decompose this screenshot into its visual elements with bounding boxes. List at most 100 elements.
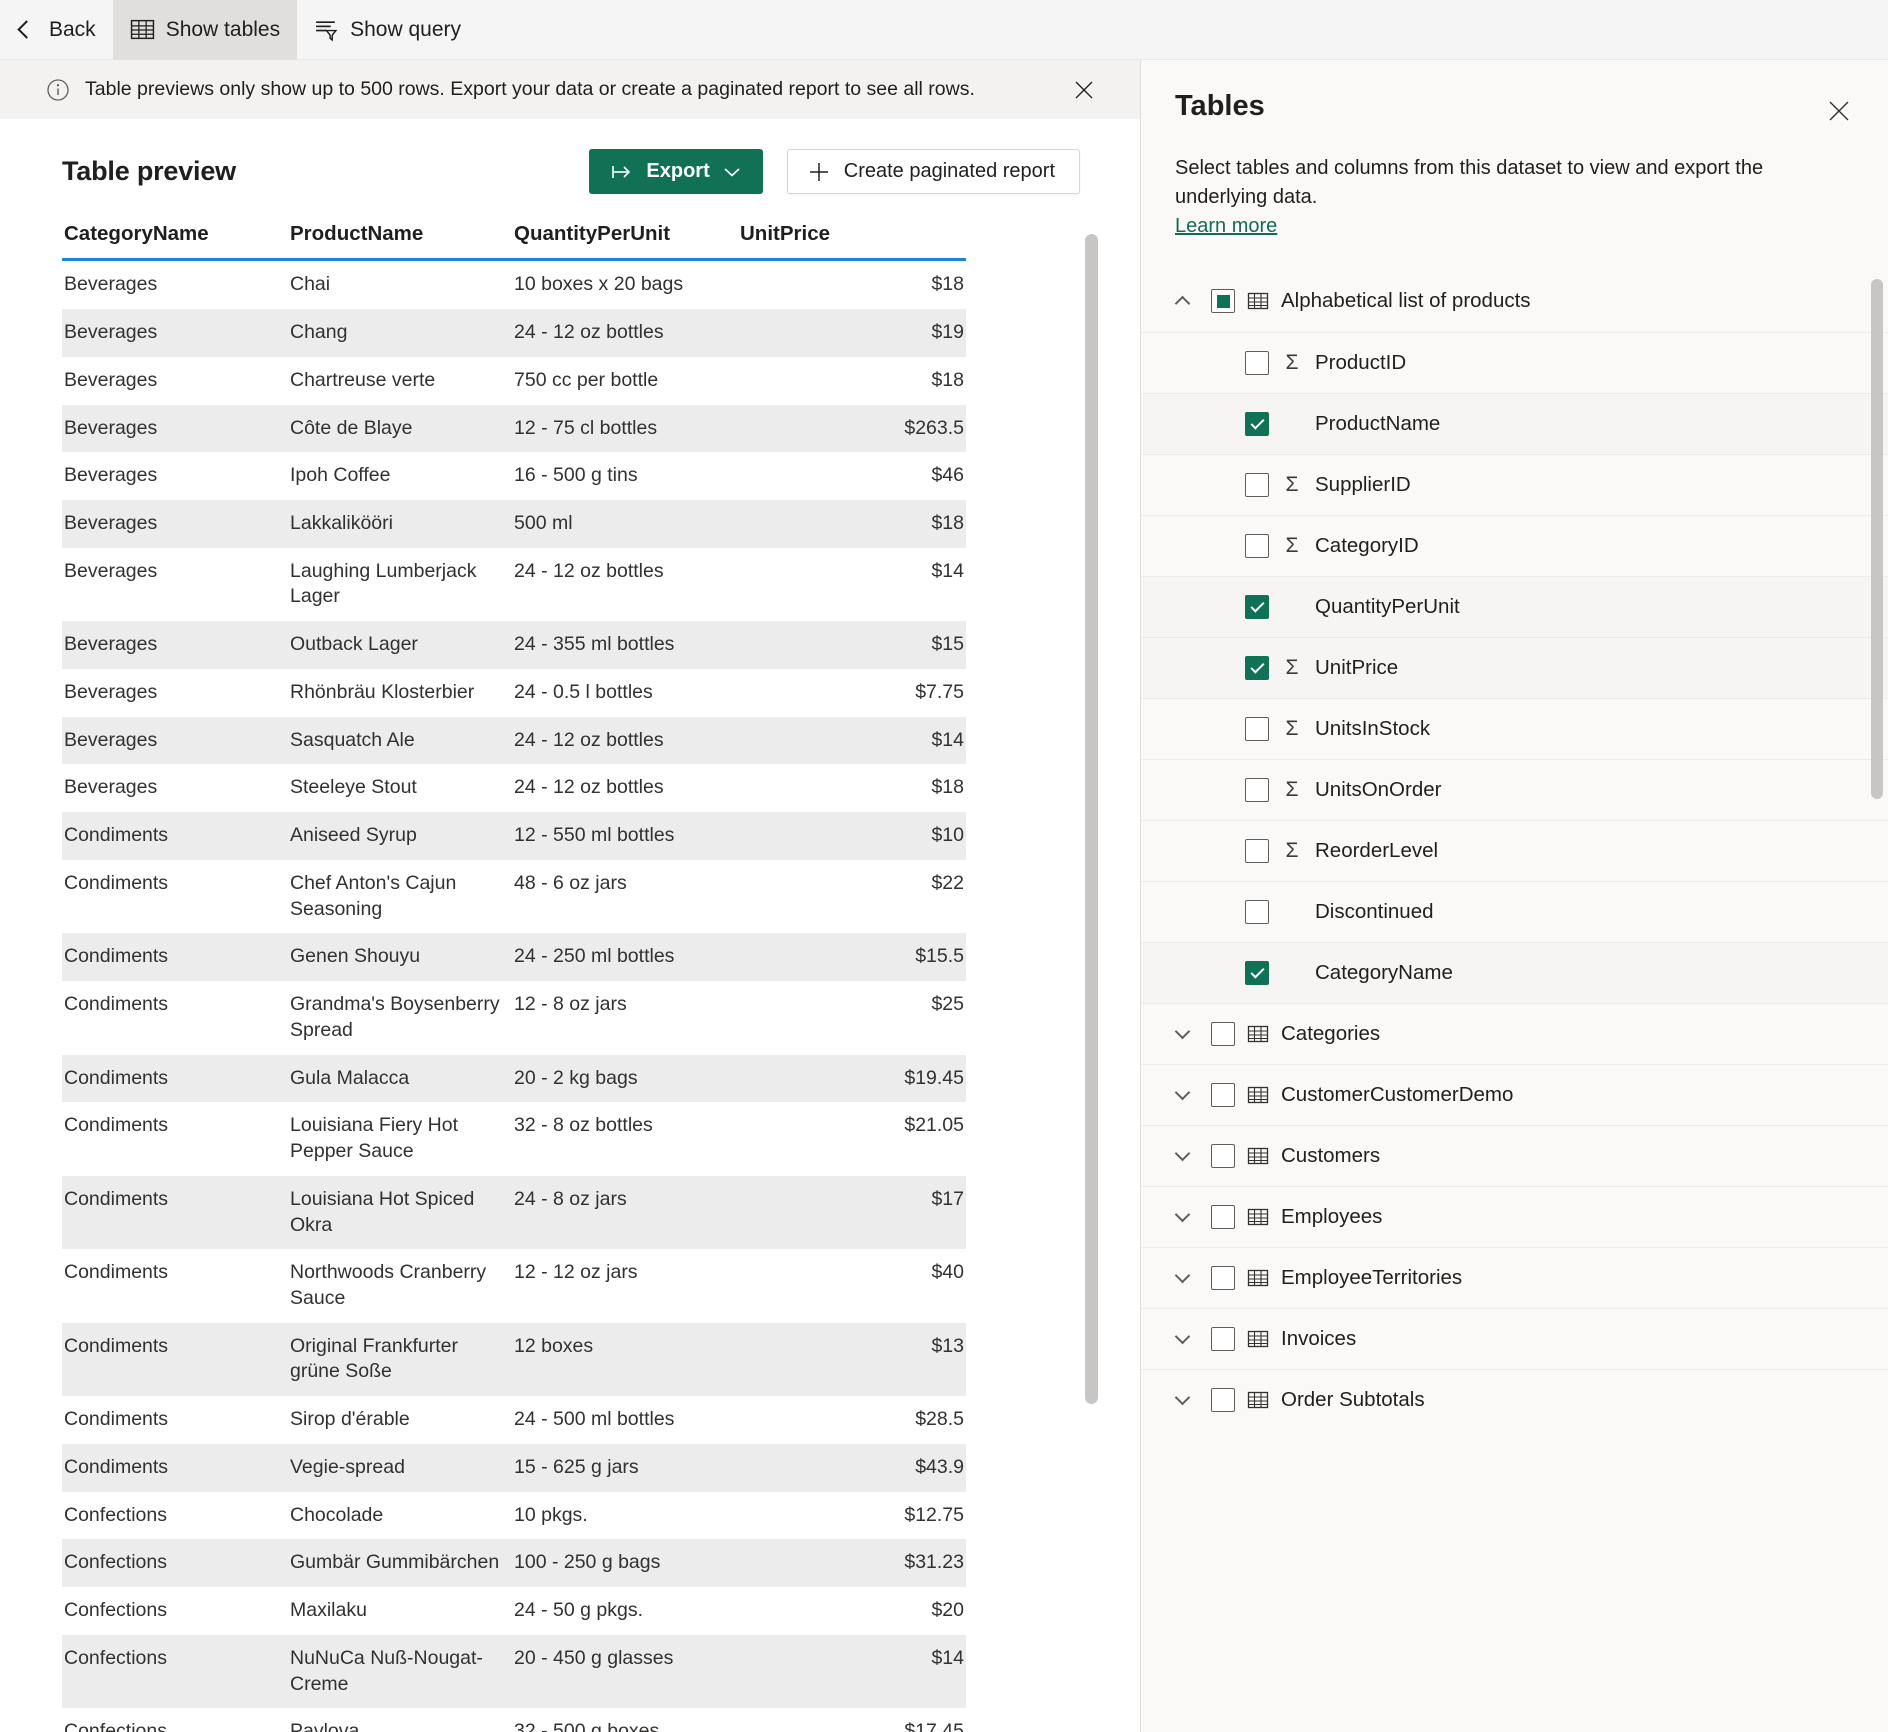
- table-cell: NuNuCa Nuß-Nougat-Creme: [290, 1646, 483, 1695]
- preview-scrollbar-thumb[interactable]: [1085, 234, 1098, 1405]
- tree-column-node[interactable]: Σ CategoryID: [1141, 514, 1888, 576]
- learn-more-link[interactable]: Learn more: [1175, 212, 1277, 241]
- table-cell: 24 - 12 oz bottles: [514, 728, 664, 751]
- tables-panel-scrollbar[interactable]: [1871, 278, 1883, 799]
- close-panel-button[interactable]: [1824, 96, 1854, 126]
- chevron-down-icon[interactable]: [1165, 1390, 1199, 1406]
- tables-panel-scrollbar-thumb[interactable]: [1871, 278, 1883, 799]
- table-node-label: Employees: [1281, 1204, 1383, 1228]
- checkbox[interactable]: [1211, 1021, 1235, 1046]
- table-cell: $14: [931, 559, 964, 582]
- checkbox[interactable]: [1245, 411, 1269, 436]
- chevron-down-icon: [723, 166, 741, 178]
- column-header-productname[interactable]: ProductName: [288, 222, 512, 262]
- column-header-categoryname[interactable]: CategoryName: [62, 222, 288, 262]
- checkbox[interactable]: [1211, 1265, 1235, 1290]
- column-node-label: Discontinued: [1315, 899, 1434, 923]
- chevron-down-icon[interactable]: [1165, 1085, 1199, 1101]
- tree-table-node[interactable]: Invoices: [1141, 1307, 1888, 1369]
- checkbox[interactable]: [1245, 838, 1269, 863]
- column-node-label: UnitsOnOrder: [1315, 777, 1442, 801]
- table-row: Condiments Grandma's Boysenberry Spread 12…: [62, 981, 966, 1054]
- checkbox[interactable]: [1245, 533, 1269, 558]
- command-bar: Back Show tables Show query: [0, 0, 1888, 60]
- checkbox[interactable]: [1211, 1204, 1235, 1229]
- check-icon: [1249, 964, 1265, 979]
- tree-table-node[interactable]: Alphabetical list of products: [1141, 271, 1888, 332]
- checkbox[interactable]: [1211, 1326, 1235, 1351]
- column-node-label: ProductName: [1315, 411, 1441, 435]
- tree-column-node[interactable]: Σ UnitPrice: [1141, 636, 1888, 698]
- table-row: Beverages Chai 10 boxes x 20 bags $18: [62, 260, 966, 309]
- checkbox[interactable]: [1245, 960, 1269, 985]
- table-cell: Chai: [290, 273, 331, 296]
- export-button[interactable]: Export: [589, 149, 763, 195]
- table-row: Condiments Northwoods Cranberry Sauce 12 -…: [62, 1249, 966, 1322]
- chevron-down-icon[interactable]: [1165, 1207, 1199, 1223]
- show-query-button[interactable]: Show query: [297, 0, 478, 60]
- checkbox[interactable]: [1245, 777, 1269, 802]
- tree-column-node[interactable]: Σ UnitsInStock: [1141, 697, 1888, 759]
- tree-table-node[interactable]: Order Subtotals: [1141, 1368, 1888, 1430]
- tree-table-node[interactable]: Employees: [1141, 1185, 1888, 1247]
- table-cell: $12.75: [904, 1503, 964, 1526]
- table-cell: Steeleye Stout: [290, 776, 417, 799]
- table-grid-icon: [1235, 1083, 1281, 1107]
- checkbox[interactable]: [1211, 1143, 1235, 1168]
- checkbox[interactable]: [1211, 289, 1235, 314]
- tree-table-node[interactable]: CustomerCustomerDemo: [1141, 1063, 1888, 1125]
- column-node-label: CategoryID: [1315, 533, 1419, 557]
- checkbox[interactable]: [1211, 1082, 1235, 1107]
- preview-table: CategoryName ProductName QuantityPerUnit…: [62, 222, 966, 1732]
- table-node-label: Categories: [1281, 1021, 1381, 1045]
- table-cell: Chef Anton's Cajun Seasoning: [290, 871, 457, 920]
- tree-column-node[interactable]: QuantityPerUnit: [1141, 575, 1888, 637]
- chevron-down-icon[interactable]: [1165, 1268, 1199, 1284]
- checkbox[interactable]: [1245, 716, 1269, 741]
- column-header-quantityperunit[interactable]: QuantityPerUnit: [512, 222, 738, 262]
- table-cell: Condiments: [64, 1066, 169, 1089]
- checkbox[interactable]: [1245, 350, 1269, 375]
- table-node-label: Customers: [1281, 1143, 1381, 1167]
- table-cell: $43.9: [915, 1455, 964, 1478]
- tree-column-node[interactable]: Σ ReorderLevel: [1141, 819, 1888, 881]
- chevron-down-icon[interactable]: [1165, 1329, 1199, 1345]
- table-cell: 12 boxes: [514, 1334, 594, 1357]
- checkbox[interactable]: [1245, 655, 1269, 680]
- checkbox[interactable]: [1245, 899, 1269, 924]
- table-cell: Beverages: [64, 368, 158, 391]
- create-paginated-report-button[interactable]: Create paginated report: [786, 149, 1080, 195]
- table-cell: $7.75: [915, 680, 964, 703]
- back-button[interactable]: Back: [14, 0, 113, 60]
- tree-column-node[interactable]: Discontinued: [1141, 880, 1888, 942]
- tree-column-node[interactable]: Σ SupplierID: [1141, 453, 1888, 515]
- table-row: Beverages Côte de Blaye 12 - 75 cl bottles…: [62, 404, 966, 453]
- chevron-down-icon[interactable]: [1165, 1024, 1199, 1040]
- table-row: Confections Chocolade 10 pkgs. $12.75: [62, 1492, 966, 1540]
- table-cell: 12 - 550 ml bottles: [514, 824, 675, 847]
- show-tables-button[interactable]: Show tables: [112, 0, 298, 60]
- table-scroll-area: CategoryName ProductName QuantityPerUnit…: [34, 222, 1102, 1732]
- tree-column-node[interactable]: Σ ProductID: [1141, 331, 1888, 393]
- tree-column-node[interactable]: CategoryName: [1141, 941, 1888, 1003]
- table-cell: 20 - 2 kg bags: [514, 1066, 638, 1089]
- table-cell: Gumbär Gummibärchen: [290, 1551, 500, 1574]
- table-row: Beverages Sasquatch Ale 24 - 12 oz bottles…: [62, 716, 966, 765]
- tree-table-node[interactable]: EmployeeTerritories: [1141, 1246, 1888, 1308]
- dismiss-notice-button[interactable]: [1070, 76, 1098, 104]
- checkbox[interactable]: [1245, 594, 1269, 619]
- checkbox[interactable]: [1245, 472, 1269, 497]
- tree-table-node[interactable]: Categories: [1141, 1002, 1888, 1064]
- tree-column-node[interactable]: Σ UnitsOnOrder: [1141, 758, 1888, 820]
- table-cell: $13: [931, 1334, 964, 1357]
- column-header-unitprice[interactable]: UnitPrice: [738, 222, 966, 262]
- tree-column-node[interactable]: ProductName: [1141, 392, 1888, 454]
- check-icon: [1249, 598, 1265, 613]
- tree-table-node[interactable]: Customers: [1141, 1124, 1888, 1186]
- chevron-down-icon[interactable]: [1165, 1146, 1199, 1162]
- table-node-label: EmployeeTerritories: [1281, 1265, 1463, 1289]
- preview-scrollbar[interactable]: [1085, 234, 1098, 1604]
- checkbox[interactable]: [1211, 1387, 1235, 1412]
- chevron-up-icon[interactable]: [1165, 293, 1199, 312]
- table-row: Confections Maxilaku 24 - 50 g pkgs. $20: [62, 1587, 966, 1635]
